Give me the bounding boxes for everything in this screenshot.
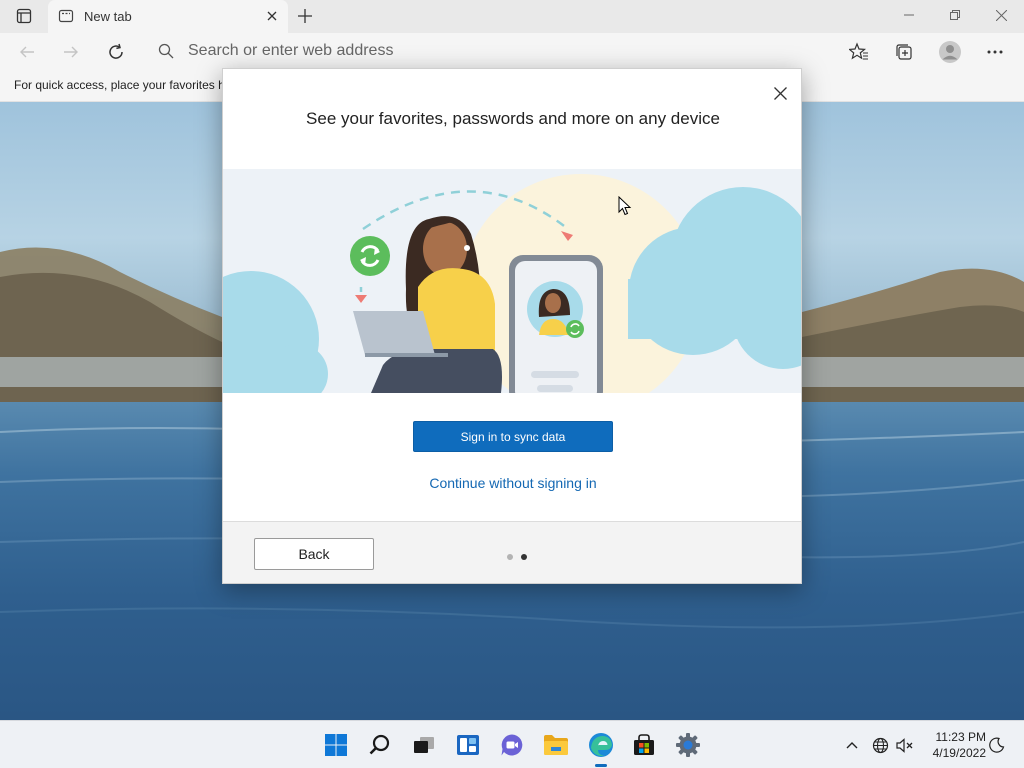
close-icon [773,86,787,100]
folder-icon [544,735,568,755]
favorites-icon [849,42,868,60]
windows-logo-icon [325,734,347,756]
restore-button[interactable] [932,0,978,30]
speaker-muted-icon [896,737,913,753]
microsoft-store-button[interactable] [628,729,660,761]
globe-icon [872,737,888,753]
focus-assist-button[interactable] [987,735,1007,755]
profile-button[interactable] [935,37,965,67]
new-tab-button[interactable] [292,4,318,28]
dialog-footer: Back [223,521,801,583]
collections-icon [896,44,912,60]
mouse-cursor-icon [618,196,632,216]
step-dot-1 [507,554,513,560]
close-window-button[interactable] [978,0,1024,30]
back-nav-button[interactable] [12,37,42,67]
widgets-icon [457,735,479,755]
volume-button[interactable] [895,735,915,755]
avatar-icon [939,41,961,63]
more-icon [987,50,1003,54]
store-icon [634,734,654,755]
search-icon [158,43,174,59]
favorites-button[interactable] [844,37,874,67]
chat-icon [501,734,523,756]
network-status-button[interactable] [870,735,890,755]
minimize-button[interactable] [886,0,932,30]
back-button[interactable]: Back [254,538,374,570]
moon-icon [989,737,1005,753]
minimize-icon [904,14,914,16]
refresh-icon [109,43,123,59]
phone-figure [509,255,603,393]
close-icon [267,11,277,21]
tab-close-button[interactable] [264,8,280,24]
dialog-title: See your favorites, passwords and more o… [306,109,720,128]
refresh-button[interactable] [101,37,131,67]
sync-signin-dialog: See your favorites, passwords and more o… [222,68,802,584]
edge-browser-button[interactable] [585,729,617,761]
file-explorer-button[interactable] [540,729,572,761]
step-dot-2-active [521,554,527,560]
cloud-left [223,271,328,393]
taskbar-search-button[interactable] [364,729,396,761]
collections-button[interactable] [889,37,919,67]
arrow-left-icon [20,46,34,58]
tab-actions-icon [16,8,32,24]
chevron-up-icon [846,742,858,749]
gear-icon [676,733,700,757]
arrow-right-icon [64,46,78,58]
restore-icon [950,10,960,20]
close-icon [995,9,1007,21]
continue-without-signing-in-link[interactable]: Continue without signing in [413,475,613,495]
chat-button[interactable] [496,729,528,761]
sync-icon [350,236,390,276]
sign-in-to-sync-button[interactable]: Sign in to sync data [413,421,613,452]
taskbar-clock[interactable]: 11:23 PM 4/19/2022 [924,729,986,761]
task-view-button[interactable] [408,729,440,761]
start-button[interactable] [320,729,352,761]
settings-more-button[interactable] [980,37,1010,67]
clock-date: 4/19/2022 [932,746,986,760]
sync-illustration [223,169,801,393]
new-tab-favicon-icon [58,9,74,23]
edge-icon [589,733,613,757]
show-hidden-icons-button[interactable] [842,735,862,755]
task-view-icon [414,737,434,753]
taskbar: 11:23 PM 4/19/2022 [0,720,1024,768]
tab-title: New tab [84,9,132,24]
widgets-button[interactable] [452,729,484,761]
settings-app-button[interactable] [672,729,704,761]
plus-icon [298,9,312,23]
address-input[interactable] [188,41,768,61]
clock-time: 11:23 PM [935,730,986,744]
address-bar[interactable] [146,36,838,66]
dialog-close-button[interactable] [767,80,793,106]
tab-new-tab[interactable]: New tab [48,0,288,33]
forward-nav-button[interactable] [56,37,86,67]
favorites-bar-hint: For quick access, place your favorites h [14,78,225,92]
tab-strip: New tab [0,0,1024,33]
edge-active-indicator [595,764,607,767]
search-icon [369,734,390,755]
tab-actions-menu-button[interactable] [8,5,40,27]
